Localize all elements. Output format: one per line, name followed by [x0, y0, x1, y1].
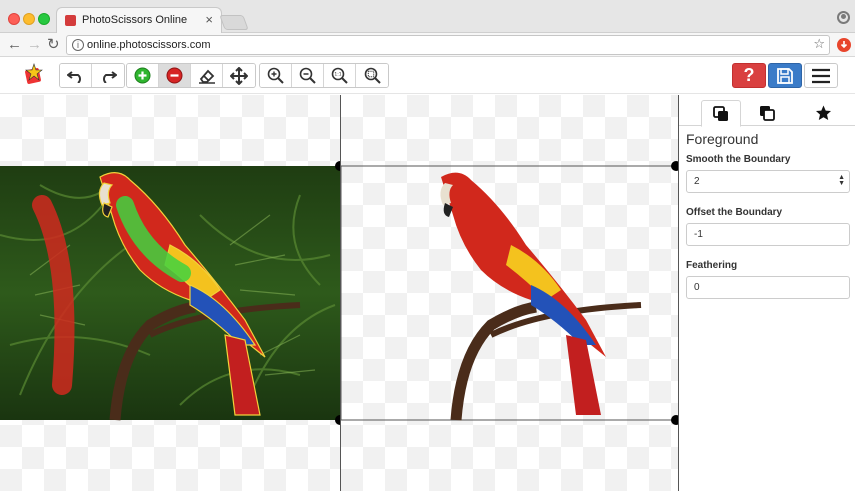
forward-button[interactable]: → — [27, 36, 42, 54]
feathering-value: 0 — [694, 282, 700, 293]
tab-background[interactable] — [747, 100, 787, 126]
profile-icon[interactable] — [837, 11, 850, 24]
reload-button[interactable]: ↻ — [47, 36, 60, 54]
select-arrows-icon: ▲ ▼ — [838, 174, 845, 187]
maximize-window-button[interactable] — [38, 13, 50, 25]
save-icon — [777, 67, 793, 84]
address-bar: ← → ↻ i online.photoscissors.com ☆ — [0, 33, 855, 57]
zoom-in-button[interactable] — [260, 64, 292, 87]
eraser-icon — [198, 69, 215, 84]
tab-effects[interactable] — [803, 100, 843, 126]
star-icon — [815, 105, 831, 120]
menu-button[interactable] — [804, 63, 838, 88]
browser-titlebar: PhotoScissors Online × — [0, 0, 855, 34]
url-field[interactable]: i online.photoscissors.com ☆ — [66, 35, 830, 55]
url-text[interactable]: online.photoscissors.com — [87, 39, 211, 51]
zoom-fit-button[interactable] — [356, 64, 388, 87]
crop-frame — [341, 165, 679, 421]
hamburger-icon — [812, 68, 830, 83]
background-marker-button[interactable] — [159, 64, 191, 87]
marker-tools-group — [126, 63, 256, 88]
bookmark-star-icon[interactable]: ☆ — [813, 36, 825, 52]
sidebar-heading: Foreground — [686, 131, 759, 147]
sidebar-tabs — [679, 100, 855, 127]
zoom-out-button[interactable] — [292, 64, 324, 87]
result-preview-pane[interactable] — [340, 95, 679, 491]
add-foreground-icon — [134, 67, 151, 84]
back-button[interactable]: ← — [7, 36, 22, 54]
zoom-actual-label: 1:1 — [334, 72, 341, 78]
settings-sidebar: Foreground Smooth the Boundary 2 ▲ ▼ Offs… — [679, 95, 855, 491]
background-layers-icon — [760, 106, 775, 121]
zoom-actual-button[interactable]: 1:1 — [324, 64, 356, 87]
smooth-label: Smooth the Boundary — [686, 154, 791, 165]
zoom-out-icon — [299, 67, 316, 84]
info-icon[interactable]: i — [72, 39, 84, 51]
smooth-boundary-select[interactable]: 2 ▲ ▼ — [686, 170, 850, 193]
move-button[interactable] — [223, 64, 255, 87]
minimize-window-button[interactable] — [23, 13, 35, 25]
feathering-label: Feathering — [686, 260, 738, 271]
close-window-button[interactable] — [8, 13, 20, 25]
source-image-pane[interactable] — [0, 95, 340, 491]
offset-value: -1 — [694, 229, 703, 240]
tab-title: PhotoScissors Online — [82, 14, 188, 26]
foreground-marker-button[interactable] — [127, 64, 159, 87]
save-button[interactable] — [768, 63, 802, 88]
redo-icon — [103, 70, 117, 83]
undo-icon — [66, 70, 81, 83]
move-icon — [230, 66, 248, 85]
remove-background-icon — [166, 67, 183, 84]
help-button[interactable]: ? — [732, 63, 766, 88]
app-toolbar: 1:1 ? — [0, 58, 855, 94]
browser-tab[interactable]: PhotoScissors Online × — [56, 7, 222, 34]
feathering-input[interactable]: 0 — [686, 276, 850, 299]
new-tab-button[interactable] — [219, 15, 249, 30]
offset-label: Offset the Boundary — [686, 207, 783, 218]
smooth-value: 2 — [694, 176, 700, 187]
undo-button[interactable] — [60, 64, 92, 87]
zoom-actual-icon: 1:1 — [331, 67, 348, 84]
tab-close-icon[interactable]: × — [205, 12, 213, 27]
photoscissors-logo-icon — [24, 63, 44, 85]
zoom-group: 1:1 — [259, 63, 389, 88]
cutout-parrot — [440, 172, 642, 421]
extension-icon[interactable] — [837, 38, 851, 52]
tab-foreground[interactable] — [701, 100, 741, 127]
zoom-in-icon — [267, 67, 284, 84]
eraser-button[interactable] — [191, 64, 223, 87]
foreground-layers-icon — [713, 105, 728, 121]
history-group — [59, 63, 125, 88]
zoom-fit-icon — [364, 67, 381, 84]
favicon-icon — [65, 15, 76, 26]
redo-button[interactable] — [92, 64, 124, 87]
source-photo — [0, 166, 340, 421]
offset-boundary-input[interactable]: -1 — [686, 223, 850, 246]
